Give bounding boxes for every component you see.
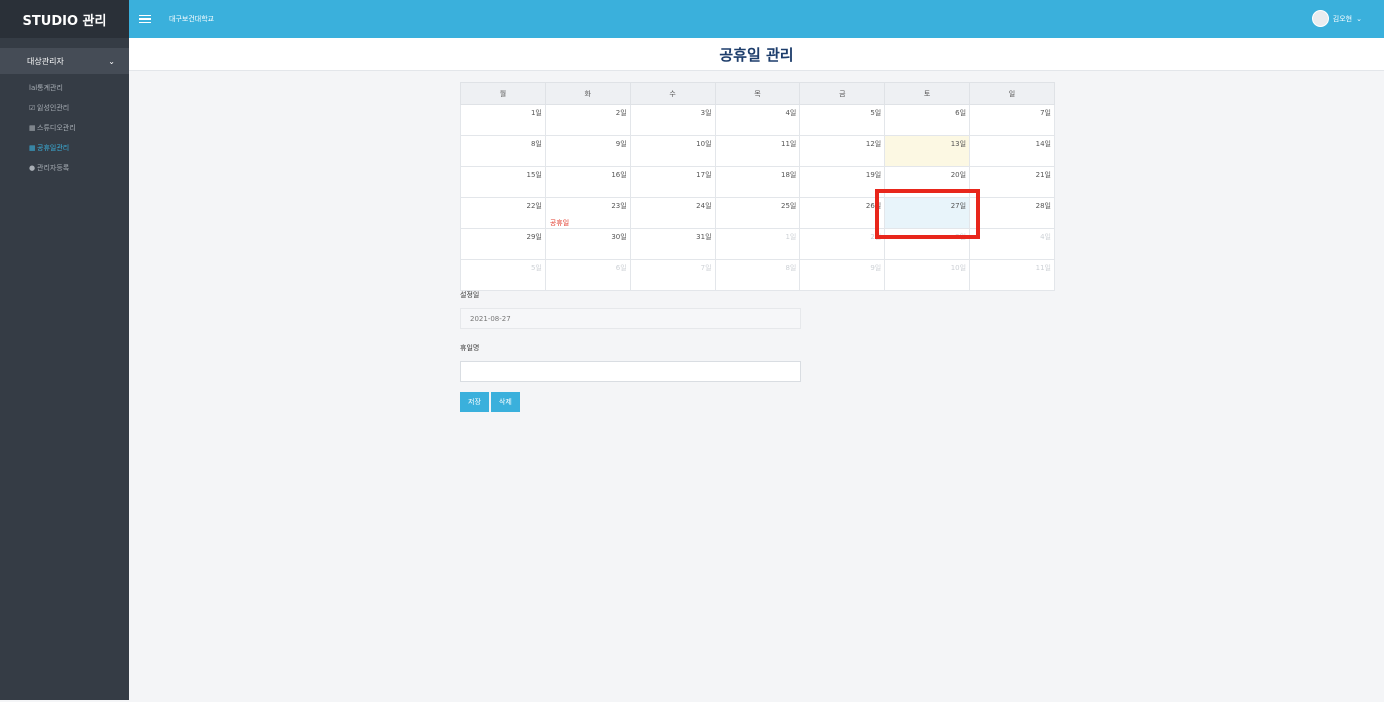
calendar-day[interactable]: 26일 xyxy=(799,197,886,229)
calendar-day[interactable]: 16일 xyxy=(544,166,631,198)
weekday-header: 수 xyxy=(629,82,716,105)
calendar-day[interactable]: 6일 xyxy=(884,104,971,136)
calendar-day[interactable]: 2일 xyxy=(544,104,631,136)
weekday-header: 목 xyxy=(714,82,801,105)
organization-name: 대구보건대학교 xyxy=(169,15,215,23)
calendar-day[interactable]: 28일 xyxy=(969,197,1055,229)
calendar-day[interactable]: 8일 xyxy=(460,135,546,167)
calendar-day[interactable]: 25일 xyxy=(714,197,801,229)
calendar-day[interactable]: 4일 xyxy=(714,104,801,136)
date-field: 2021-08-27 xyxy=(460,308,801,329)
weekday-header: 일 xyxy=(969,82,1055,105)
calendar-icon: ▦ xyxy=(29,144,36,152)
weekday-header: 화 xyxy=(544,82,631,105)
delete-button[interactable]: 삭제 xyxy=(490,392,520,412)
hamburger-menu-icon[interactable] xyxy=(139,14,151,24)
calendar-day[interactable]: 1일 xyxy=(460,104,546,136)
sidebar-item-holiday[interactable]: ▦ 공휴일관리 xyxy=(0,138,129,158)
calendar-day[interactable]: 31일 xyxy=(629,228,716,260)
calendar-day-other-month[interactable]: 4일 xyxy=(969,228,1055,260)
calendar-day[interactable]: 15일 xyxy=(460,166,546,198)
user-menu[interactable]: 김오현 ⌄ xyxy=(1311,10,1362,27)
calendar-day[interactable]: 7일 xyxy=(969,104,1055,136)
sidebar-menu: lal통계관리 ☑ 잃성인관리 ▦ 스튜디오관리 ▦ 공휴일관리 ● 관리자등록 xyxy=(0,74,129,178)
calendar-day-other-month[interactable]: 6일 xyxy=(544,259,631,291)
sidebar-item-statistics[interactable]: lal통계관리 xyxy=(0,78,129,98)
check-icon: ☑ xyxy=(29,104,36,112)
calendar-day-other-month[interactable]: 9일 xyxy=(799,259,886,291)
sidebar-item-admin-register[interactable]: ● 관리자등록 xyxy=(0,158,129,178)
chevron-down-icon: ⌄ xyxy=(1356,14,1362,23)
user-icon: ● xyxy=(29,164,36,172)
form-buttons: 저장 삭제 xyxy=(460,392,801,412)
weekday-header: 월 xyxy=(460,82,546,105)
sidebar-section-header[interactable]: 대상관리자 ⌄ xyxy=(0,48,129,74)
calendar-day-today[interactable]: 13일 xyxy=(884,135,971,167)
calendar-day[interactable]: 5일 xyxy=(799,104,886,136)
calendar-day[interactable]: 10일 xyxy=(629,135,716,167)
chevron-down-icon: ⌄ xyxy=(108,56,115,66)
calendar-day[interactable]: 11일 xyxy=(714,135,801,167)
calendar-day-other-month[interactable]: 8일 xyxy=(714,259,801,291)
sidebar: STUDIO 관리 대상관리자 ⌄ lal통계관리 ☑ 잃성인관리 ▦ 스튜디오… xyxy=(0,0,129,700)
holiday-name-label: 휴일명 xyxy=(460,344,480,352)
calendar-day[interactable]: 12일 xyxy=(799,135,886,167)
calendar-day[interactable]: 14일 xyxy=(969,135,1055,167)
calendar-week: 1일 2일 3일 4일 5일 6일 7일 xyxy=(460,104,1055,136)
calendar-day[interactable]: 22일 xyxy=(460,197,546,229)
holiday-event[interactable]: 공휴일 xyxy=(550,218,569,228)
selection-highlight-box xyxy=(875,189,980,239)
sidebar-section-label: 대상관리자 xyxy=(27,56,64,66)
calendar-day[interactable]: 3일 xyxy=(629,104,716,136)
brand-logo[interactable]: STUDIO 관리 xyxy=(0,0,129,38)
weekday-header-row: 월 화 수 목 금 토 일 xyxy=(460,82,1055,105)
calendar-day[interactable]: 19일 xyxy=(799,166,886,198)
calendar-day-other-month[interactable]: 10일 xyxy=(884,259,971,291)
calendar-day[interactable]: 21일 xyxy=(969,166,1055,198)
weekday-header: 금 xyxy=(799,82,886,105)
calendar-day[interactable]: 29일 xyxy=(460,228,546,260)
user-name: 김오현 xyxy=(1332,14,1353,23)
calendar-day-number: 23일 xyxy=(611,202,627,210)
page-title: 공휴일 관리 xyxy=(719,45,794,64)
calendar-day-other-month[interactable]: 11일 xyxy=(969,259,1055,291)
page-header: 공휴일 관리 xyxy=(129,38,1384,71)
calendar-day-other-month[interactable]: 1일 xyxy=(714,228,801,260)
save-button[interactable]: 저장 xyxy=(460,392,489,412)
calendar-week: 8일 9일 10일 11일 12일 13일 14일 xyxy=(460,135,1055,167)
calendar-day[interactable]: 30일 xyxy=(544,228,631,260)
sidebar-item-approval[interactable]: ☑ 잃성인관리 xyxy=(0,98,129,118)
date-label: 설정일 xyxy=(460,291,480,299)
weekday-header: 토 xyxy=(884,82,971,105)
calendar-day-other-month[interactable]: 5일 xyxy=(460,259,546,291)
sidebar-item-label: 공휴일관리 xyxy=(37,144,70,152)
sidebar-item-label: 관리자등록 xyxy=(37,164,70,172)
holiday-calendar: 월 화 수 목 금 토 일 1일 2일 3일 4일 5일 6일 7일 8일 9일… xyxy=(460,82,1055,291)
calendar-day[interactable]: 18일 xyxy=(714,166,801,198)
calendar-day[interactable]: 9일 xyxy=(544,135,631,167)
top-bar: 대구보건대학교 김오현 ⌄ xyxy=(129,0,1384,38)
holiday-form: 설정일 2021-08-27 휴일명 저장 삭제 xyxy=(460,290,801,412)
calendar-day-holiday[interactable]: 23일 공휴일 xyxy=(544,197,631,229)
calendar-day[interactable]: 24일 xyxy=(629,197,716,229)
holiday-name-input[interactable] xyxy=(460,361,801,382)
sidebar-item-label: lal통계관리 xyxy=(29,84,63,92)
calendar-day[interactable]: 17일 xyxy=(629,166,716,198)
calendar-day-other-month[interactable]: 2일 xyxy=(799,228,886,260)
calendar-day-other-month[interactable]: 7일 xyxy=(629,259,716,291)
calendar-week: 5일 6일 7일 8일 9일 10일 11일 xyxy=(460,259,1055,291)
calendar-icon: ▦ xyxy=(29,124,36,132)
avatar xyxy=(1311,10,1329,27)
sidebar-item-label: 스튜디오관리 xyxy=(37,124,76,132)
sidebar-item-label: 잃성인관리 xyxy=(37,104,70,112)
sidebar-item-studio[interactable]: ▦ 스튜디오관리 xyxy=(0,118,129,138)
